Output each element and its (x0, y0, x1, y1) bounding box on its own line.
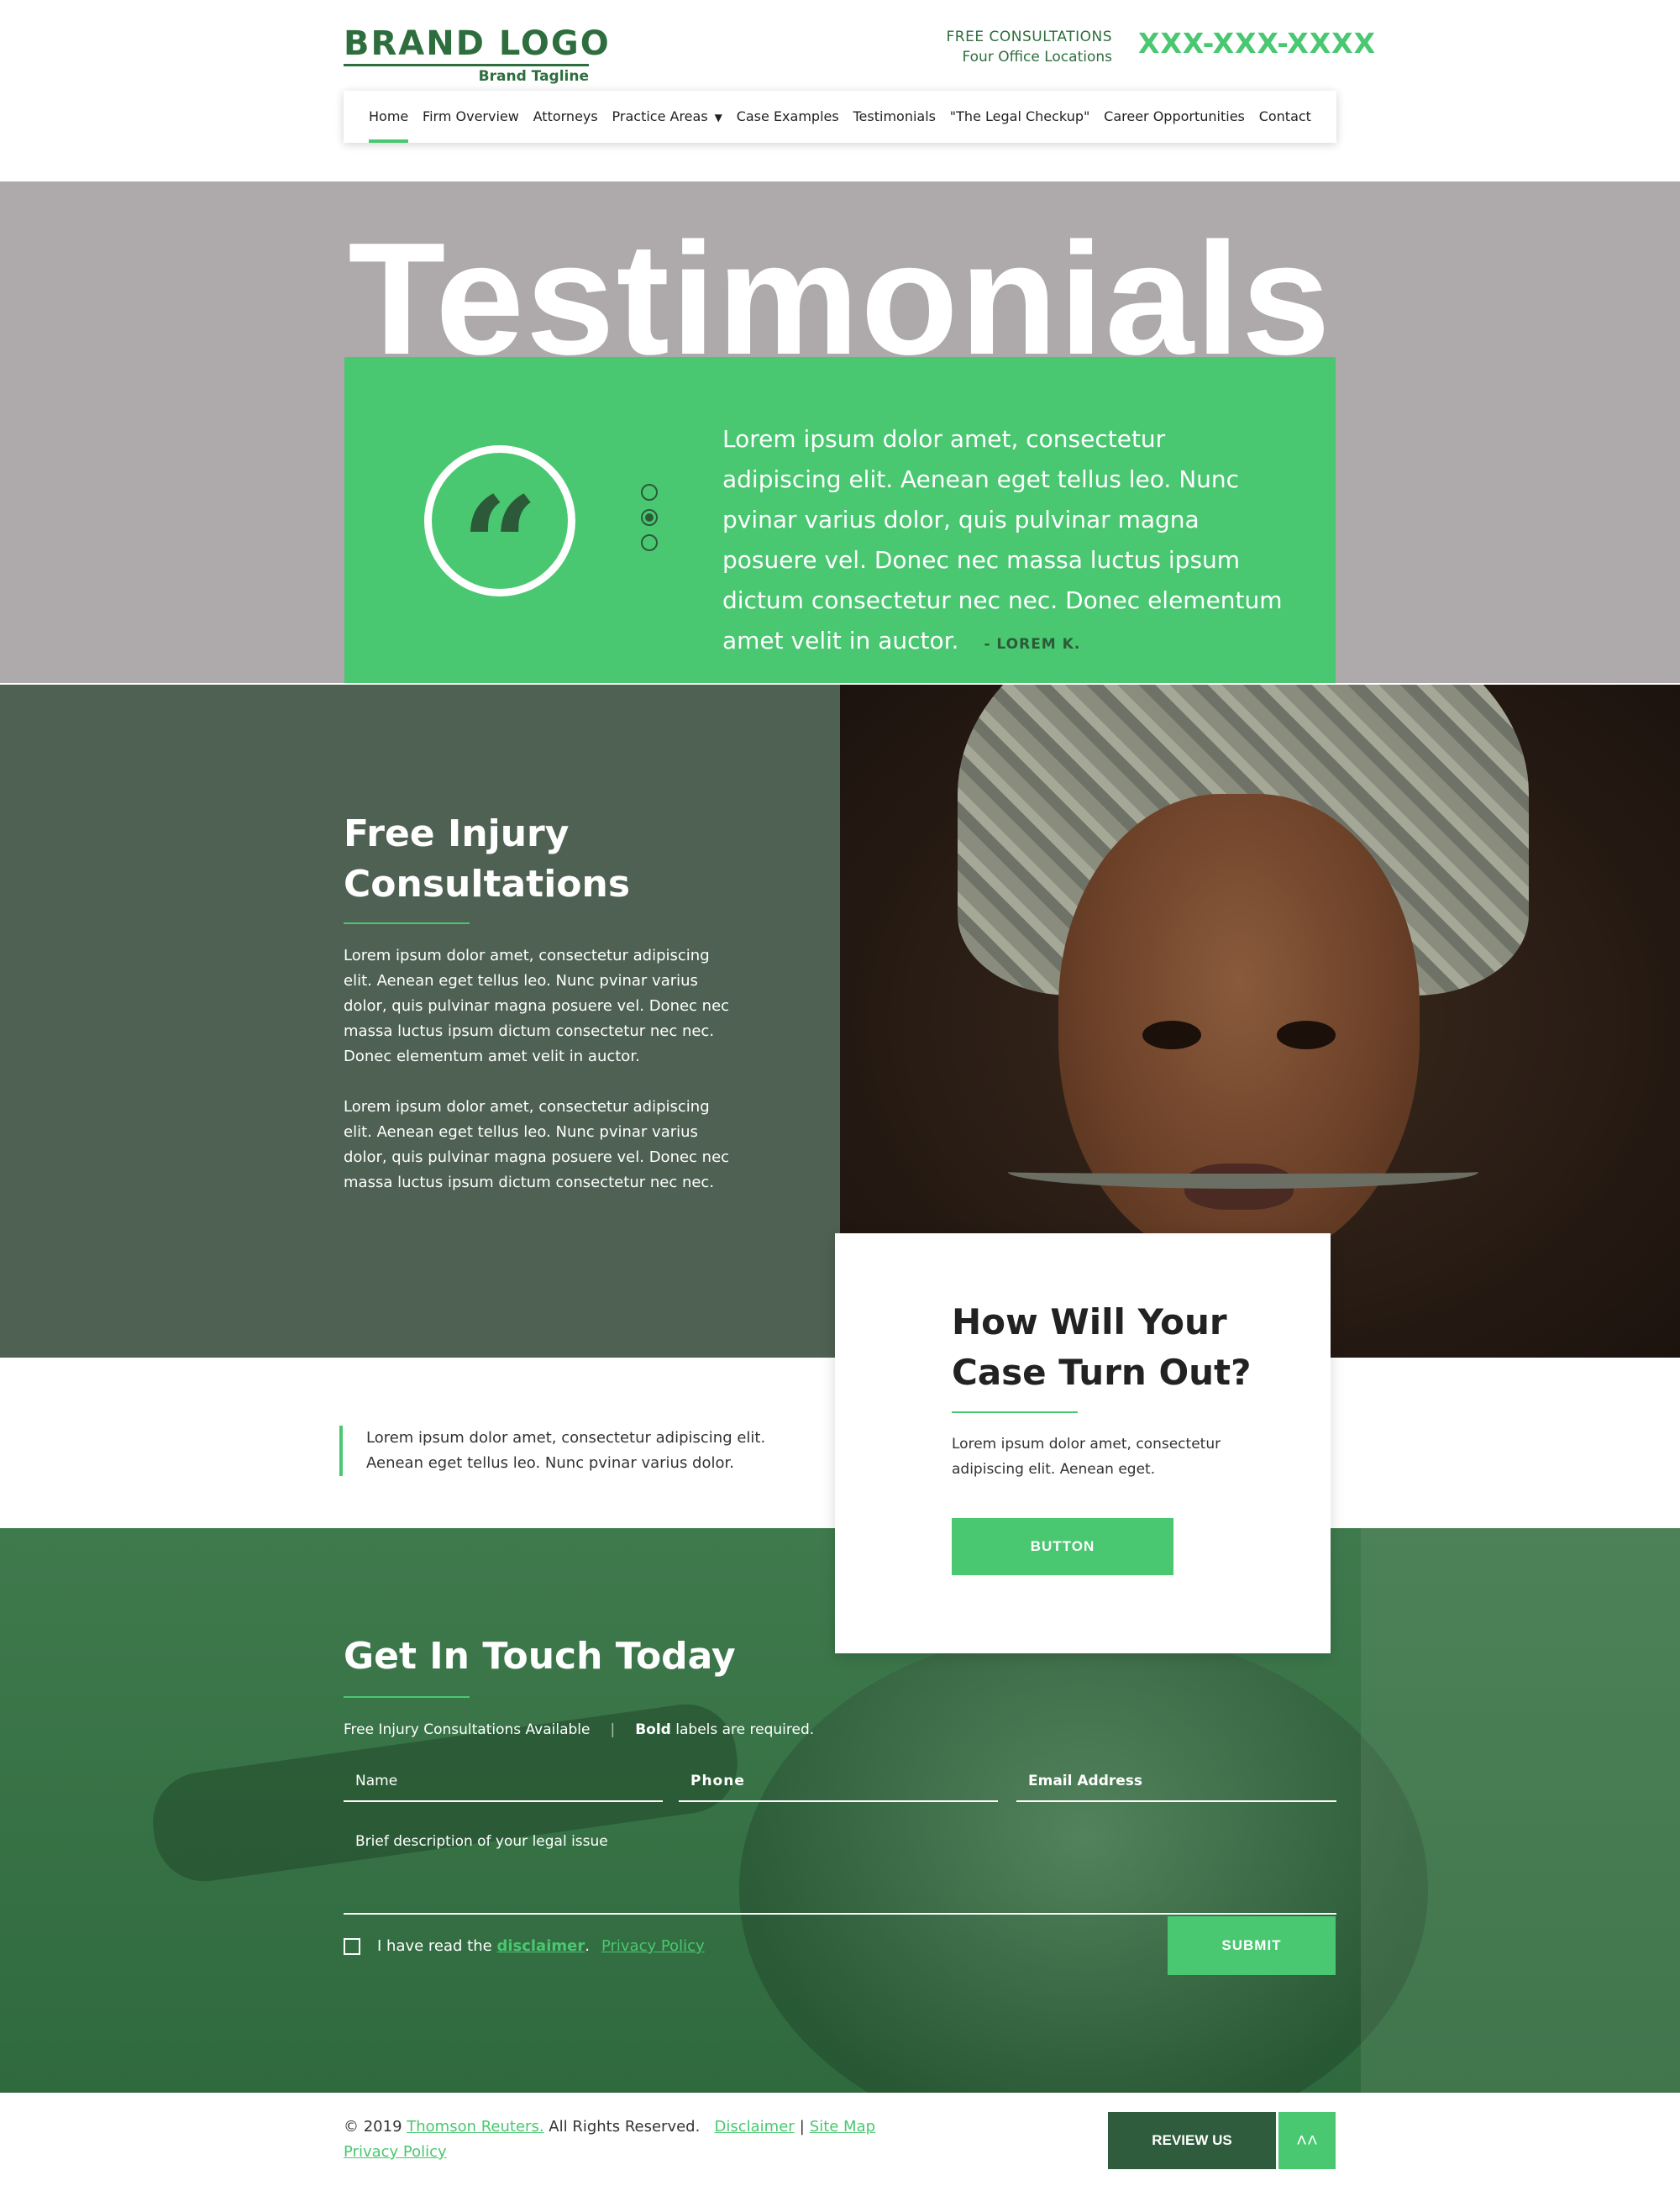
form-info-separator: | (610, 1721, 616, 1738)
divider (344, 922, 470, 924)
site-header: BRAND LOGO Brand Tagline FREE CONSULTATI… (0, 0, 1680, 181)
divider (952, 1411, 1078, 1413)
company-link[interactable]: Thomson Reuters. (407, 2118, 543, 2136)
footer-line-2: Privacy Policy (344, 2140, 875, 2165)
nav-item-career-opportunities[interactable]: Career Opportunities (1104, 91, 1245, 143)
case-outcome-card: How Will Your Case Turn Out? Lorem ipsum… (835, 1233, 1331, 1653)
eye-shape (1277, 1021, 1336, 1049)
testimonial-quote-text: Lorem ipsum dolor amet, consectetur adip… (722, 425, 1283, 654)
rights-text: All Rights Reserved. (543, 2118, 701, 2136)
footer-separator: | (799, 2118, 805, 2136)
privacy-policy-link[interactable]: Privacy Policy (601, 1937, 705, 1955)
chevron-down-icon: ▼ (714, 112, 722, 123)
footer-line-1: © 2019 Thomson Reuters. All Rights Reser… (344, 2115, 875, 2140)
back-to-top-icon[interactable]: ˄˄ (1278, 2112, 1336, 2169)
phone-field[interactable]: Phone (679, 1762, 998, 1802)
submit-button[interactable]: SUBMIT (1168, 1916, 1336, 1975)
nav-item-testimonials[interactable]: Testimonials (853, 91, 937, 143)
consultations-title: Free Injury Consultations (344, 812, 631, 906)
site-footer: © 2019 Thomson Reuters. All Rights Reser… (0, 2093, 1680, 2212)
brand-logo[interactable]: BRAND LOGO Brand Tagline (344, 24, 609, 85)
form-info-required: labels are required. (670, 1721, 815, 1738)
disclaimer-dot: . (585, 1937, 590, 1955)
testimonials-hero: Testimonials “ Lorem ipsum dolor amet, c… (0, 181, 1680, 683)
slider-dot-1[interactable] (641, 484, 658, 501)
name-field[interactable]: Name (344, 1762, 663, 1802)
consultations-section: Free Injury Consultations Lorem ipsum do… (0, 685, 840, 1358)
copyright-text: © 2019 (344, 2118, 407, 2136)
eye-shape (1142, 1021, 1201, 1049)
header-contact-info: FREE CONSULTATIONS Four Office Locations (947, 27, 1112, 67)
disclaimer-label: I have read the (377, 1937, 492, 1955)
slider-dot-2[interactable] (641, 509, 658, 526)
logo-text: BRAND LOGO (344, 24, 609, 66)
form-title: Get In Touch Today (344, 1635, 736, 1678)
nav-item-legal-checkup[interactable]: "The Legal Checkup" (950, 91, 1090, 143)
testimonial-quote: Lorem ipsum dolor amet, consectetur adip… (722, 419, 1285, 665)
email-field[interactable]: Email Address (1016, 1762, 1336, 1802)
nav-item-practice-areas[interactable]: Practice Areas ▼ (612, 91, 722, 143)
disclaimer-link[interactable]: disclaimer (496, 1937, 585, 1955)
chin-strap-shape (1008, 1155, 1478, 1189)
nav-item-contact[interactable]: Contact (1259, 91, 1311, 143)
case-card-text: Lorem ipsum dolor amet, consectetur adip… (952, 1436, 1221, 1478)
brand-tagline: Brand Tagline (478, 68, 589, 85)
office-locations-text: Four Office Locations (962, 49, 1112, 66)
disclaimer-check-row: I have read the disclaimer. Privacy Poli… (344, 1937, 705, 1955)
face-shape (1058, 794, 1420, 1264)
nav-item-practice-areas-label: Practice Areas (612, 108, 708, 124)
form-info-consultations: Free Injury Consultations Available (344, 1721, 591, 1738)
main-nav: Home Firm Overview Attorneys Practice Ar… (344, 91, 1336, 143)
free-consultations-text: FREE CONSULTATIONS (946, 29, 1112, 45)
footer-privacy-link[interactable]: Privacy Policy (344, 2143, 447, 2161)
footer-text: © 2019 Thomson Reuters. All Rights Reser… (344, 2115, 875, 2165)
slider-dot-3[interactable] (641, 534, 658, 551)
nav-item-home[interactable]: Home (369, 91, 409, 143)
case-card-title: How Will Your Case Turn Out? (952, 1301, 1252, 1393)
form-info-bold: Bold (635, 1721, 671, 1738)
site-map-link[interactable]: Site Map (810, 2118, 875, 2136)
consultations-paragraph-1: Lorem ipsum dolor amet, consectetur adip… (344, 947, 730, 1065)
testimonial-card: “ Lorem ipsum dolor amet, consectetur ad… (344, 357, 1336, 683)
nav-item-firm-overview[interactable]: Firm Overview (423, 91, 519, 143)
testimonial-slider-dots (641, 484, 658, 551)
blurb-quote: Lorem ipsum dolor amet, consectetur adip… (339, 1426, 810, 1476)
footer-disclaimer-link[interactable]: Disclaimer (715, 2118, 795, 2136)
quote-mark-glyph: “ (460, 467, 539, 625)
nav-item-case-examples[interactable]: Case Examples (737, 91, 839, 143)
consultations-paragraph-2: Lorem ipsum dolor amet, consectetur adip… (344, 1098, 730, 1191)
nav-item-attorneys[interactable]: Attorneys (533, 91, 598, 143)
divider (344, 1696, 470, 1698)
header-phone-link[interactable]: XXX-XXX-XXXX (1138, 27, 1376, 60)
description-field[interactable]: Brief description of your legal issue (344, 1822, 1336, 1915)
disclaimer-checkbox[interactable] (344, 1937, 360, 1955)
form-info: Free Injury Consultations Available | Bold… (344, 1717, 814, 1742)
testimonial-author: - LOREM K. (984, 636, 1081, 653)
quote-icon: “ (424, 445, 575, 613)
case-card-button[interactable]: BUTTON (952, 1518, 1173, 1575)
review-us-button[interactable]: REVIEW US (1108, 2112, 1276, 2169)
background-photo-detail (1361, 1528, 1680, 2093)
